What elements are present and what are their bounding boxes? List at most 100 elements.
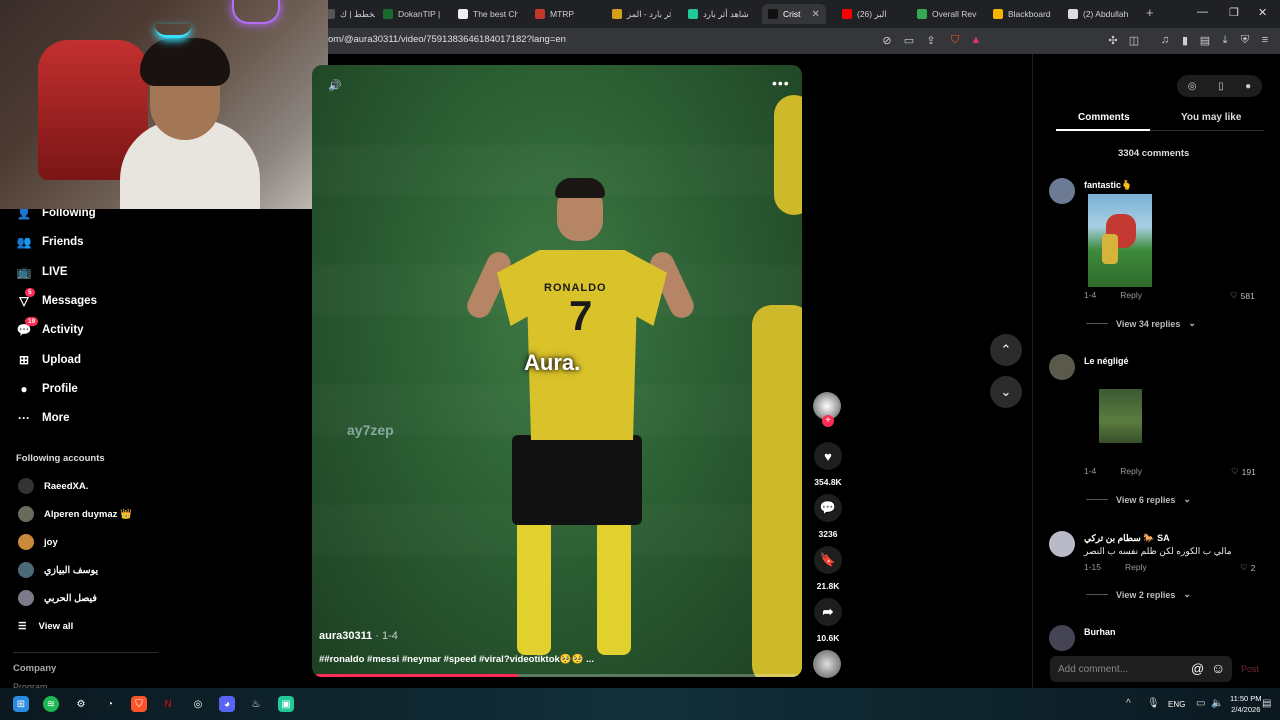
following-account[interactable]: RaeedXA. xyxy=(18,478,88,494)
sidebar-item-profile[interactable]: ● Profile xyxy=(16,381,77,397)
reply-button[interactable]: Reply xyxy=(1120,290,1142,300)
netflix-icon[interactable]: N xyxy=(160,696,176,712)
discord-icon[interactable]: ◕ xyxy=(219,696,235,712)
no-camera-icon[interactable]: ⊘ xyxy=(880,33,894,47)
extensions-icon[interactable]: ✣ xyxy=(1106,33,1120,47)
close-tab-icon[interactable]: ✕ xyxy=(811,9,819,20)
cast-icon[interactable]: ▭ xyxy=(902,33,916,47)
commenter-name[interactable]: Le négligé xyxy=(1084,356,1129,366)
vpn-icon[interactable]: ⛨ xyxy=(1238,33,1252,47)
browser-tab[interactable]: Blackboard xyxy=(993,4,1051,24)
screenshot-icon[interactable]: ◫ xyxy=(1127,33,1141,47)
tab-comments[interactable]: Comments xyxy=(1078,112,1130,123)
view-all-link[interactable]: ☰ View all xyxy=(18,621,73,632)
heart-icon[interactable]: ♥ xyxy=(814,442,842,470)
post-button[interactable]: Post xyxy=(1241,664,1259,674)
sidebar-toggle-icon[interactable]: ▮ xyxy=(1178,33,1192,47)
following-account[interactable]: joy xyxy=(18,534,58,550)
brave-rewards-icon[interactable]: ▲ xyxy=(969,33,983,47)
follow-plus-icon[interactable]: + xyxy=(822,415,834,427)
view-replies[interactable]: View 2 replies ⌄ xyxy=(1086,589,1191,600)
restore-button[interactable]: ❐ xyxy=(1229,6,1239,19)
commenter-avatar[interactable] xyxy=(1049,625,1075,651)
music-disc-icon[interactable] xyxy=(813,650,841,678)
steam-like-icon[interactable]: ◔ xyxy=(102,696,118,712)
comment-image[interactable] xyxy=(1099,389,1142,443)
comment-image[interactable] xyxy=(1088,194,1152,287)
microphone-icon[interactable]: 🎙 xyxy=(1147,698,1160,709)
share-action[interactable]: ➦ 10.6K xyxy=(810,598,846,643)
browser-tab[interactable]: Crist ✕ xyxy=(762,4,826,24)
comment-icon[interactable]: 💬 xyxy=(814,494,842,522)
downloads-icon[interactable]: ⤓ xyxy=(1218,33,1232,47)
browser-tab[interactable]: The best Ch xyxy=(458,4,518,24)
emoji-icon[interactable]: ☺ xyxy=(1211,660,1225,676)
share-page-icon[interactable]: ⇪ xyxy=(924,33,938,47)
settings-gear-icon[interactable]: ⚙ xyxy=(73,696,89,712)
comment-like[interactable]: ♡ 191 xyxy=(1231,466,1256,477)
steam-icon[interactable]: ♨ xyxy=(248,696,264,712)
network-icon[interactable]: ▭ xyxy=(1196,698,1205,709)
browser-tab[interactable]: MTRP xyxy=(535,4,574,24)
commenter-avatar[interactable] xyxy=(1049,531,1075,557)
minimize-button[interactable]: — xyxy=(1197,6,1208,18)
video-player[interactable]: RONALDO 7 Aura. ay7zep 🔊 ••• aura30311 ·… xyxy=(312,65,802,677)
more-options-icon[interactable]: ••• xyxy=(772,75,790,91)
media-icon[interactable]: ♫ xyxy=(1158,33,1172,47)
like-action[interactable]: ♥ 354.8K xyxy=(810,442,846,487)
previous-video-button[interactable]: ⌃ xyxy=(990,334,1022,366)
view-replies[interactable]: View 6 replies ⌄ xyxy=(1086,494,1191,505)
browser-tab[interactable]: Overall Revi xyxy=(917,4,977,24)
browser-tab[interactable]: (2) Abdullah xyxy=(1068,4,1128,24)
comment-action[interactable]: 💬 3236 xyxy=(810,494,846,539)
browser-tab[interactable]: (26) البر xyxy=(842,4,887,24)
browser-tab[interactable]: المخطط | ك xyxy=(325,4,375,24)
next-video-button[interactable]: ⌄ xyxy=(990,376,1022,408)
sidebar-item-friends[interactable]: 👥 Friends xyxy=(16,234,84,250)
reply-button[interactable]: Reply xyxy=(1120,466,1142,476)
phone-icon[interactable]: ▯ xyxy=(1218,81,1224,92)
language-indicator[interactable]: ENG xyxy=(1168,700,1185,709)
save-action[interactable]: 🔖 21.8K xyxy=(810,546,846,591)
clock[interactable]: 11:50 PM 2/4/2026 xyxy=(1230,693,1262,715)
sidebar-item-messages[interactable]: ▽ 5 Messages xyxy=(16,288,97,309)
video-author[interactable]: aura30311 · 1-4 xyxy=(319,630,398,642)
chat-app-icon[interactable]: ▣ xyxy=(278,696,294,712)
url-field[interactable]: om/@aura30311/video/7591383646184017182?… xyxy=(328,34,566,45)
video-progress-bar[interactable] xyxy=(316,674,798,677)
mention-icon[interactable]: @ xyxy=(1191,661,1204,676)
brave-browser-icon[interactable]: ⛉ xyxy=(131,696,147,712)
commenter-avatar[interactable] xyxy=(1049,354,1075,380)
browser-tab[interactable]: شاهد أثر بارد xyxy=(688,4,748,24)
menu-icon[interactable]: ≡ xyxy=(1258,33,1272,47)
wallet-icon[interactable]: ▤ xyxy=(1198,33,1212,47)
sidebar-item-upload[interactable]: ⊞ Upload xyxy=(16,352,81,368)
user-avatar-icon[interactable]: ● xyxy=(1245,81,1251,92)
add-comment-input[interactable]: Add comment... xyxy=(1050,656,1232,682)
following-account[interactable]: فيصل الحربي xyxy=(18,590,97,606)
tab-you-may-like[interactable]: You may like xyxy=(1181,112,1241,123)
bookmark-icon[interactable]: 🔖 xyxy=(814,546,842,574)
notifications-icon[interactable]: ▤ xyxy=(1262,698,1271,709)
chevron-up-tray-icon[interactable]: ^ xyxy=(1126,698,1131,709)
commenter-name[interactable]: fantastic🫰 xyxy=(1084,180,1132,191)
browser-tab[interactable]: أثر بارد - المز xyxy=(612,4,672,24)
commenter-name[interactable]: Burhan xyxy=(1084,627,1116,637)
browser-tab[interactable]: DokanTIP | xyxy=(383,4,440,24)
volume-icon[interactable]: 🔈 xyxy=(1211,698,1223,709)
new-tab-button[interactable]: + xyxy=(1146,5,1154,20)
close-window-button[interactable]: ✕ xyxy=(1258,6,1267,19)
view-replies[interactable]: View 34 replies ⌄ xyxy=(1086,318,1196,329)
sidebar-item-live[interactable]: 📺 LIVE xyxy=(16,264,68,280)
commenter-name[interactable]: سطام بن تركي 🐎 SA xyxy=(1084,533,1170,544)
comment-like[interactable]: ♡ 2 xyxy=(1240,562,1255,573)
following-account[interactable]: Alperen duymaz 👑 xyxy=(18,506,132,522)
app-icon[interactable]: ◎ xyxy=(190,696,206,712)
following-account[interactable]: يوسف البيازي xyxy=(18,562,98,578)
company-link[interactable]: Company xyxy=(13,663,56,674)
comment-like[interactable]: ♡ 581 xyxy=(1230,290,1255,301)
sidebar-item-more[interactable]: ··· More xyxy=(16,410,69,426)
compass-icon[interactable]: ◎ xyxy=(1188,81,1197,92)
reply-button[interactable]: Reply xyxy=(1125,562,1147,572)
sound-icon[interactable]: 🔊 xyxy=(328,79,342,92)
